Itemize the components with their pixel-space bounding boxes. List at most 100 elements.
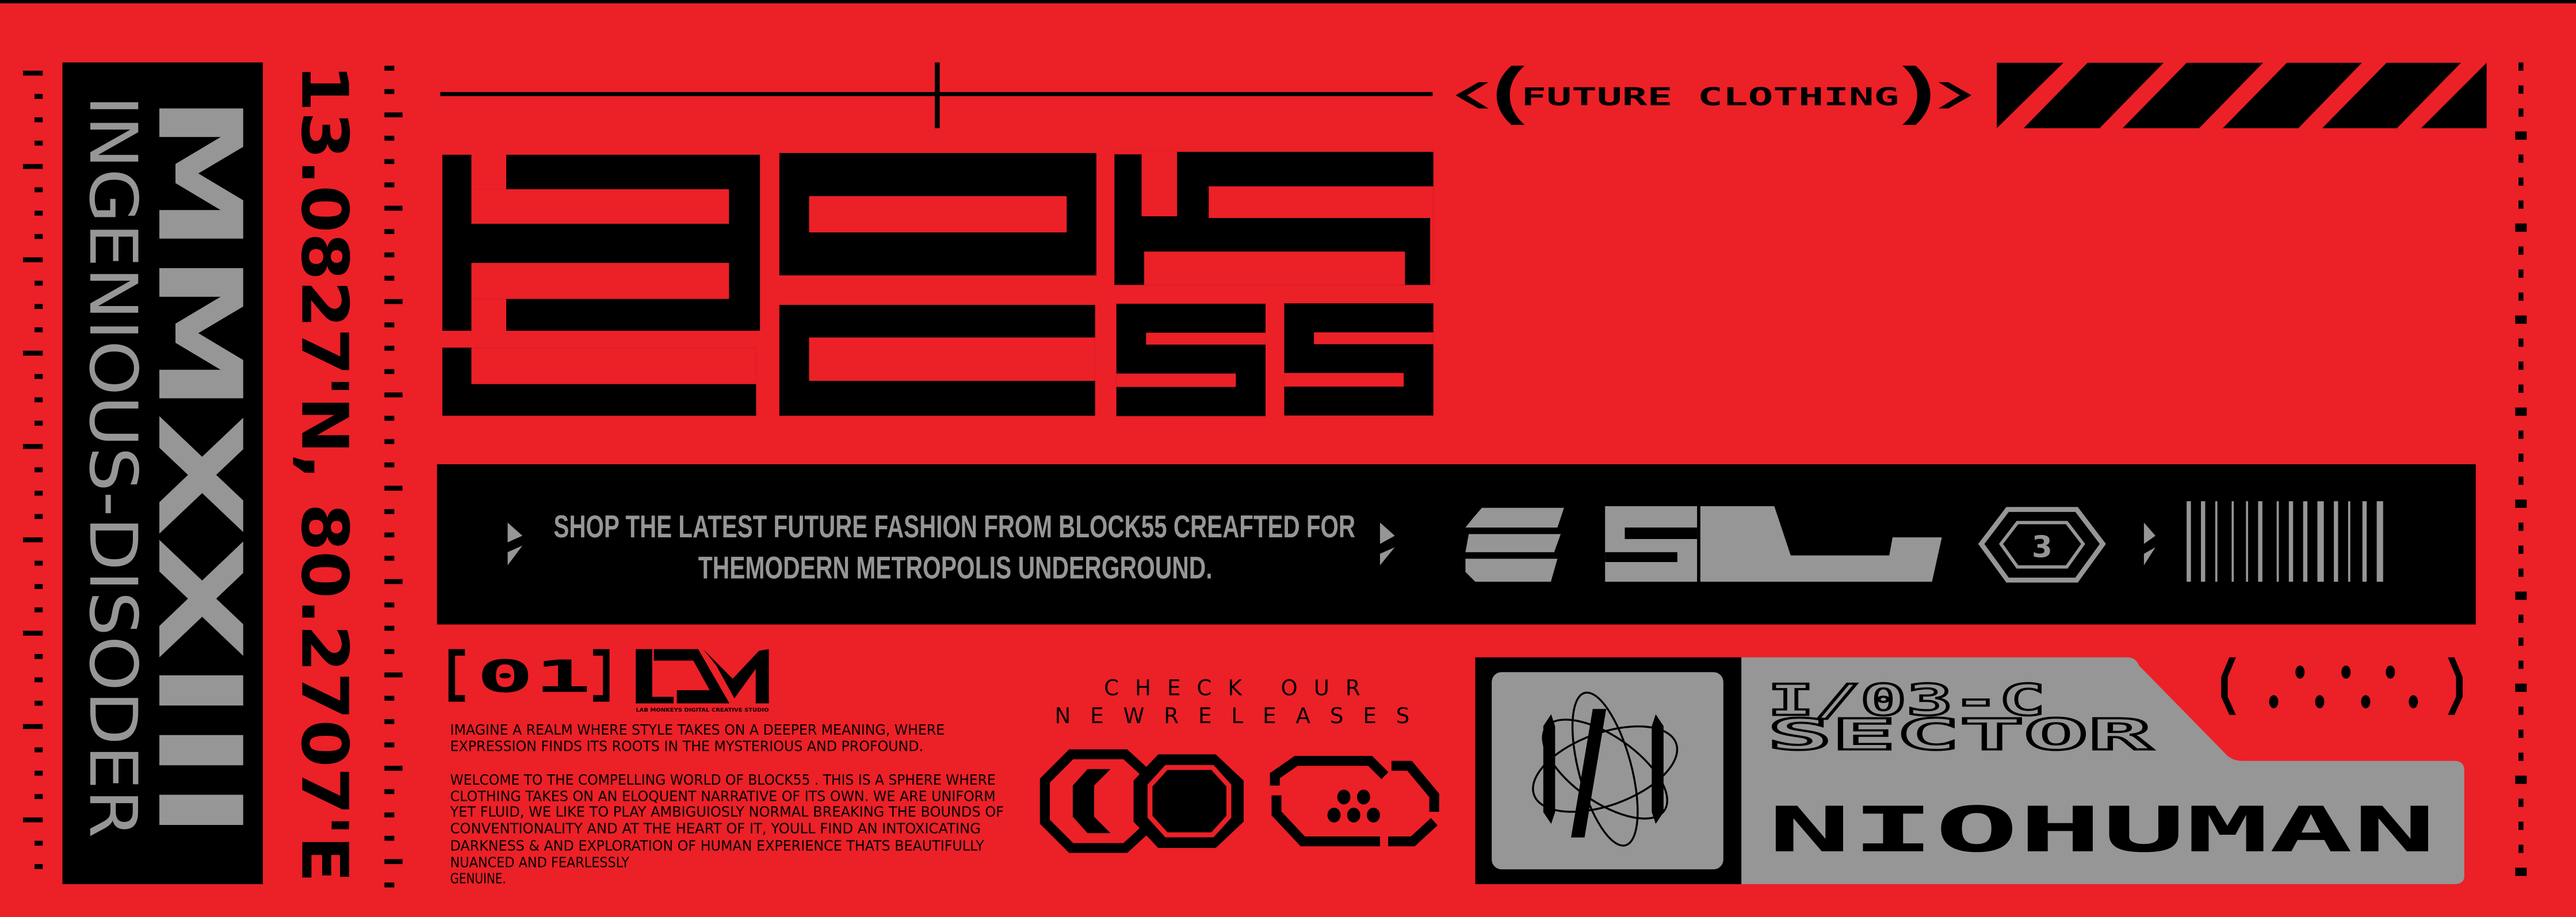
ruler-tick (384, 322, 395, 328)
about-line: CONVENTIONALITY AND AT THE HEART OF IT, … (450, 820, 981, 836)
ruler-tick (34, 794, 43, 799)
ruler-tick (384, 182, 395, 188)
ruler-tick-long (22, 444, 43, 449)
ruler-tick-long (22, 537, 43, 542)
ruler-tick (34, 374, 43, 379)
ruler-tick (2518, 660, 2524, 669)
ruler-tick (384, 789, 395, 794)
ruler-tick-long (384, 672, 403, 678)
ruler-tick (384, 276, 395, 281)
ruler-tick (34, 140, 43, 146)
barcode-bar (2317, 501, 2324, 582)
ruler-tick-long (2515, 131, 2527, 140)
side-panel: MMXXIII INGENIOUS-DISODER (62, 62, 266, 884)
ruler-tick (34, 607, 43, 613)
ruler-tick-long (384, 392, 403, 398)
banner-bg (437, 464, 2476, 625)
ruler-tick-long (2515, 868, 2527, 876)
promo-banner: SHOP THE LATEST FUTURE FASHION FROM BLOC… (437, 464, 2476, 625)
ruler-tick (2518, 706, 2524, 715)
ruler-tick-long (384, 112, 403, 117)
ruler-tick-long (22, 164, 43, 169)
ruler-tick (2518, 476, 2524, 485)
card-icon-box (1492, 672, 1723, 870)
ruler-tick (384, 742, 395, 748)
barcode-bar (2362, 501, 2367, 582)
ruler-tick (384, 649, 395, 654)
hex-number: 3 (2032, 530, 2053, 564)
ruler-tick (2518, 154, 2524, 163)
ruler-tick-long (384, 205, 403, 211)
ruler-tick-long (384, 766, 403, 771)
ruler-tick (384, 89, 395, 94)
ruler-tick (34, 701, 43, 706)
ruler-tick (2518, 292, 2524, 301)
barcode-bar (2246, 501, 2248, 582)
ruler-tick (2518, 269, 2524, 278)
ruler-tick (384, 812, 395, 817)
ruler-tick (34, 654, 43, 659)
ruler-tick (384, 602, 395, 607)
studio-number-label: 01 (476, 651, 591, 703)
ruler-tick (34, 94, 43, 99)
ruler-tick (34, 234, 43, 239)
ruler-tick (34, 747, 43, 752)
about-line: WELCOME TO THE COMPELLING WORLD OF BLOCK… (450, 771, 996, 788)
ruler-tick (2518, 384, 2524, 393)
ruler-tick (384, 882, 395, 888)
barcode-bar (2258, 501, 2262, 582)
ruler-tick-long (2515, 499, 2527, 508)
ruler-tick (34, 280, 43, 286)
about-line: GENUINE. (450, 870, 506, 887)
ruler-tick (2518, 614, 2524, 623)
ruler-tick-long (2515, 223, 2527, 232)
ruler-tick (2518, 845, 2524, 853)
barcode-bar (2187, 501, 2191, 582)
ruler-tick (34, 584, 43, 589)
barcode-bar (2288, 501, 2294, 582)
ruler-tick (34, 840, 43, 846)
ruler-tick-long (384, 859, 403, 865)
ruler-tick (2518, 246, 2524, 255)
ruler-tick (384, 159, 395, 165)
ruler-tick (384, 346, 395, 351)
barcode-bar (2303, 501, 2308, 582)
ruler-tick (34, 211, 43, 216)
ruler-tick-long (2515, 315, 2527, 324)
barcode-bar (2231, 501, 2234, 582)
ruler-tick (34, 467, 43, 472)
barcode-bar (2334, 501, 2338, 582)
ruler-tick (384, 835, 395, 841)
ruler-tick (2518, 637, 2524, 646)
tagline: INGENIOUS-DISODER (75, 95, 151, 838)
ruler-tick (34, 560, 43, 566)
ruler-tick (34, 187, 43, 193)
about-line: DARKNESS & AND EXPLORATION OF HUMAN EXPE… (450, 837, 985, 854)
ruler-tick (2518, 361, 2524, 370)
ruler-tick (384, 462, 395, 468)
ruler-tick (34, 677, 43, 683)
ruler-tick (34, 770, 43, 776)
banner-line-2: THEMODERN METROPOLIS UNDERGROUND. (698, 551, 1213, 586)
roman-year: MMXXIII (132, 94, 266, 840)
about-line: CLOTHING TAKES ON AN ELOQUENT NARRATIVE … (450, 788, 996, 805)
top-border-line (0, 0, 2576, 3)
ruler-tick-long (22, 817, 43, 823)
ruler-tick (2518, 453, 2524, 462)
ruler-tick (34, 490, 43, 496)
ruler-tick (34, 397, 43, 403)
ruler-tick (384, 229, 395, 234)
ruler-tick-long (384, 299, 403, 304)
ruler-tick (384, 66, 395, 71)
ruler-tick (2518, 822, 2524, 830)
ruler-tick (34, 117, 43, 123)
ruler-tick (2518, 729, 2524, 738)
ruler-tick (384, 252, 395, 258)
ruler-tick (2518, 545, 2524, 554)
ruler-tick (34, 864, 43, 869)
ruler-tick (384, 369, 395, 375)
ruler-tick (384, 556, 395, 561)
barcode-bar (2348, 501, 2350, 582)
barcode-bar (2276, 501, 2279, 582)
stacked-bars-icon (1465, 507, 1564, 582)
